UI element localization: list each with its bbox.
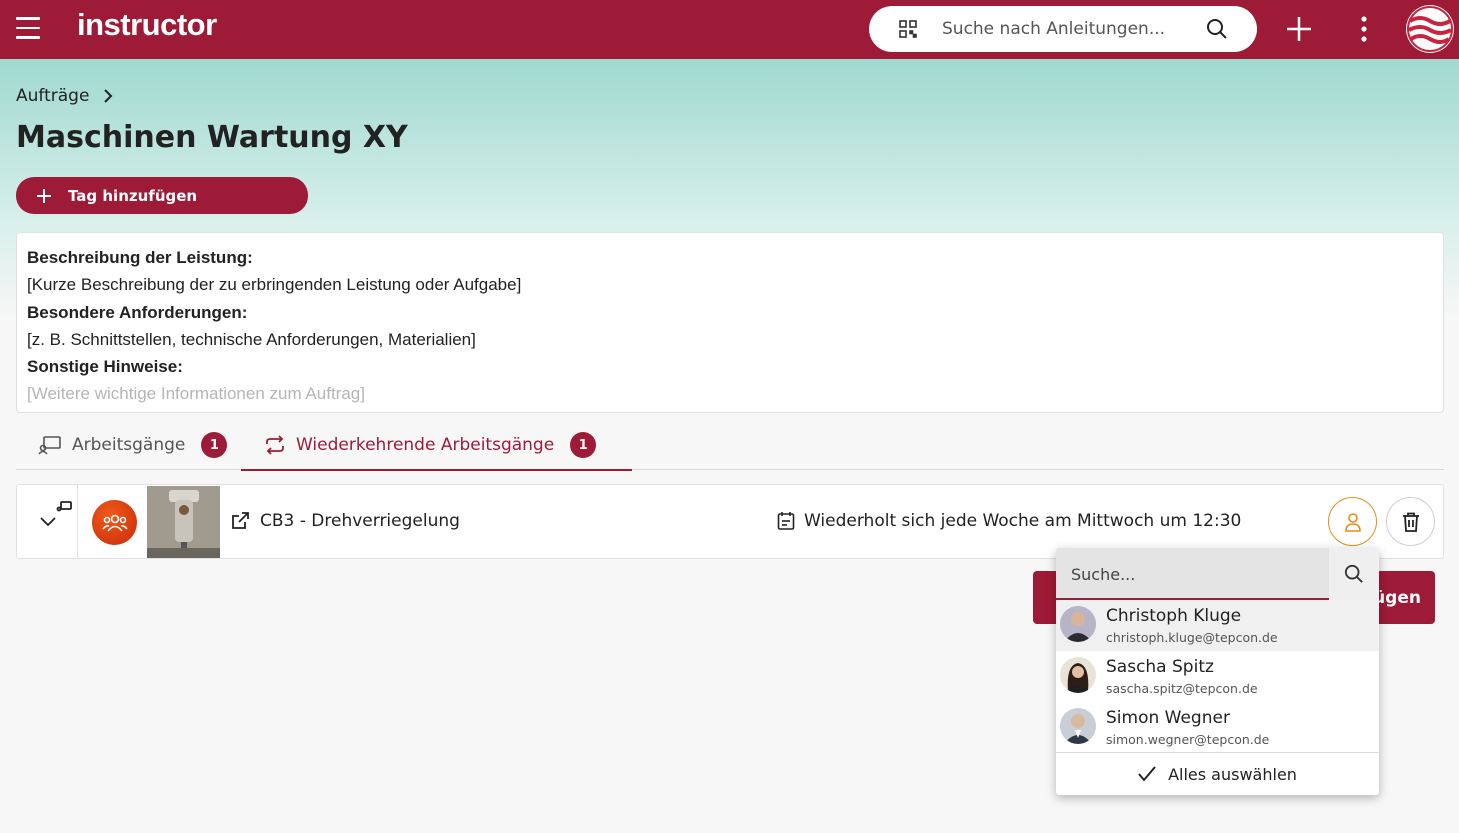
qr-code-icon[interactable]: [899, 20, 917, 38]
breadcrumb[interactable]: Aufträge: [16, 86, 113, 106]
page-title: Maschinen Wartung XY: [16, 120, 408, 155]
group-icon: [92, 500, 137, 545]
dropdown-search-input[interactable]: Suche...: [1071, 565, 1135, 584]
user-avatar: [1060, 708, 1096, 744]
assign-user-dropdown: Suche... Christoph Kluge christoph.kluge…: [1056, 548, 1379, 795]
description-line: [Weitere wichtige Informationen zum Auft…: [27, 384, 365, 404]
open-external-icon[interactable]: [230, 511, 250, 531]
user-name: Sascha Spitz: [1106, 657, 1214, 677]
select-all-button[interactable]: Alles auswählen: [1056, 753, 1379, 795]
add-tag-label: Tag hinzufügen: [68, 186, 198, 205]
task-thumbnail: [147, 486, 220, 558]
user-option[interactable]: Sascha Spitz sascha.spitz@tepcon.de: [1056, 651, 1379, 702]
user-name: Simon Wegner: [1106, 708, 1230, 728]
user-option[interactable]: Christoph Kluge christoph.kluge@tepcon.d…: [1056, 600, 1379, 651]
add-tag-button[interactable]: Tag hinzufügen: [16, 177, 308, 214]
app-logo[interactable]: instructor: [77, 7, 217, 43]
more-vert-icon[interactable]: [1355, 15, 1373, 43]
plus-icon[interactable]: [1285, 15, 1313, 43]
tab-recurring[interactable]: Wiederkehrende Arbeitsgänge 1: [240, 420, 633, 471]
user-avatar[interactable]: [1406, 5, 1454, 53]
expand-chevron-icon[interactable]: [39, 500, 75, 530]
user-name: Christoph Kluge: [1106, 606, 1242, 626]
user-email: christoph.kluge@tepcon.de: [1106, 630, 1278, 645]
order-description[interactable]: Beschreibung der Leistung: [Kurze Beschr…: [16, 232, 1444, 413]
calendar-icon: [777, 512, 795, 530]
count-badge: 1: [201, 432, 228, 458]
chevron-right-icon: [104, 89, 113, 103]
search-icon[interactable]: [1206, 18, 1228, 40]
schedule-text: Wiederholt sich jede Woche am Mittwoch u…: [804, 511, 1242, 531]
count-badge: 1: [570, 432, 597, 458]
delete-button[interactable]: [1386, 497, 1435, 546]
person-icon: [1344, 512, 1361, 532]
description-line: Beschreibung der Leistung:: [27, 248, 253, 267]
user-avatar: [1060, 657, 1096, 693]
breadcrumb-parent[interactable]: Aufträge: [16, 86, 89, 106]
tab-bar: Arbeitsgänge 1 Wiederkehrende Arbeitsgän…: [16, 420, 1444, 471]
user-email: sascha.spitz@tepcon.de: [1106, 681, 1258, 696]
menu-icon[interactable]: [16, 17, 40, 39]
search-icon[interactable]: [1329, 548, 1379, 600]
description-line: Sonstige Hinweise:: [27, 357, 183, 377]
tab-label: Arbeitsgänge: [72, 435, 186, 455]
check-icon: [1138, 766, 1156, 782]
dropdown-search-field[interactable]: Suche...: [1056, 548, 1329, 600]
tab-label: Wiederkehrende Arbeitsgänge: [296, 435, 555, 455]
trash-icon: [1402, 512, 1419, 532]
description-line: [Kurze Beschreibung der zu erbringenden …: [27, 275, 522, 295]
row-divider: [77, 485, 78, 558]
tab-arbeitsgaenge[interactable]: Arbeitsgänge 1: [38, 420, 228, 470]
top-app-bar: instructor Suche nach Anleitungen...: [0, 0, 1459, 59]
plus-icon: [37, 188, 51, 203]
assign-user-button[interactable]: [1328, 497, 1377, 546]
search-input[interactable]: Suche nach Anleitungen...: [942, 19, 1165, 39]
user-avatar: [1060, 606, 1096, 642]
search-bar[interactable]: Suche nach Anleitungen...: [869, 6, 1257, 52]
task-name[interactable]: CB3 - Drehverriegelung: [260, 511, 460, 531]
user-option[interactable]: Simon Wegner simon.wegner@tepcon.de: [1056, 702, 1379, 753]
select-all-label: Alles auswählen: [1168, 764, 1297, 784]
description-line: Besondere Anforderungen:: [27, 302, 248, 322]
repeat-icon: [266, 435, 284, 455]
workstep-icon: [38, 436, 61, 455]
user-email: simon.wegner@tepcon.de: [1106, 732, 1270, 747]
description-line: [z. B. Schnittstellen, technische Anford…: [27, 329, 476, 349]
